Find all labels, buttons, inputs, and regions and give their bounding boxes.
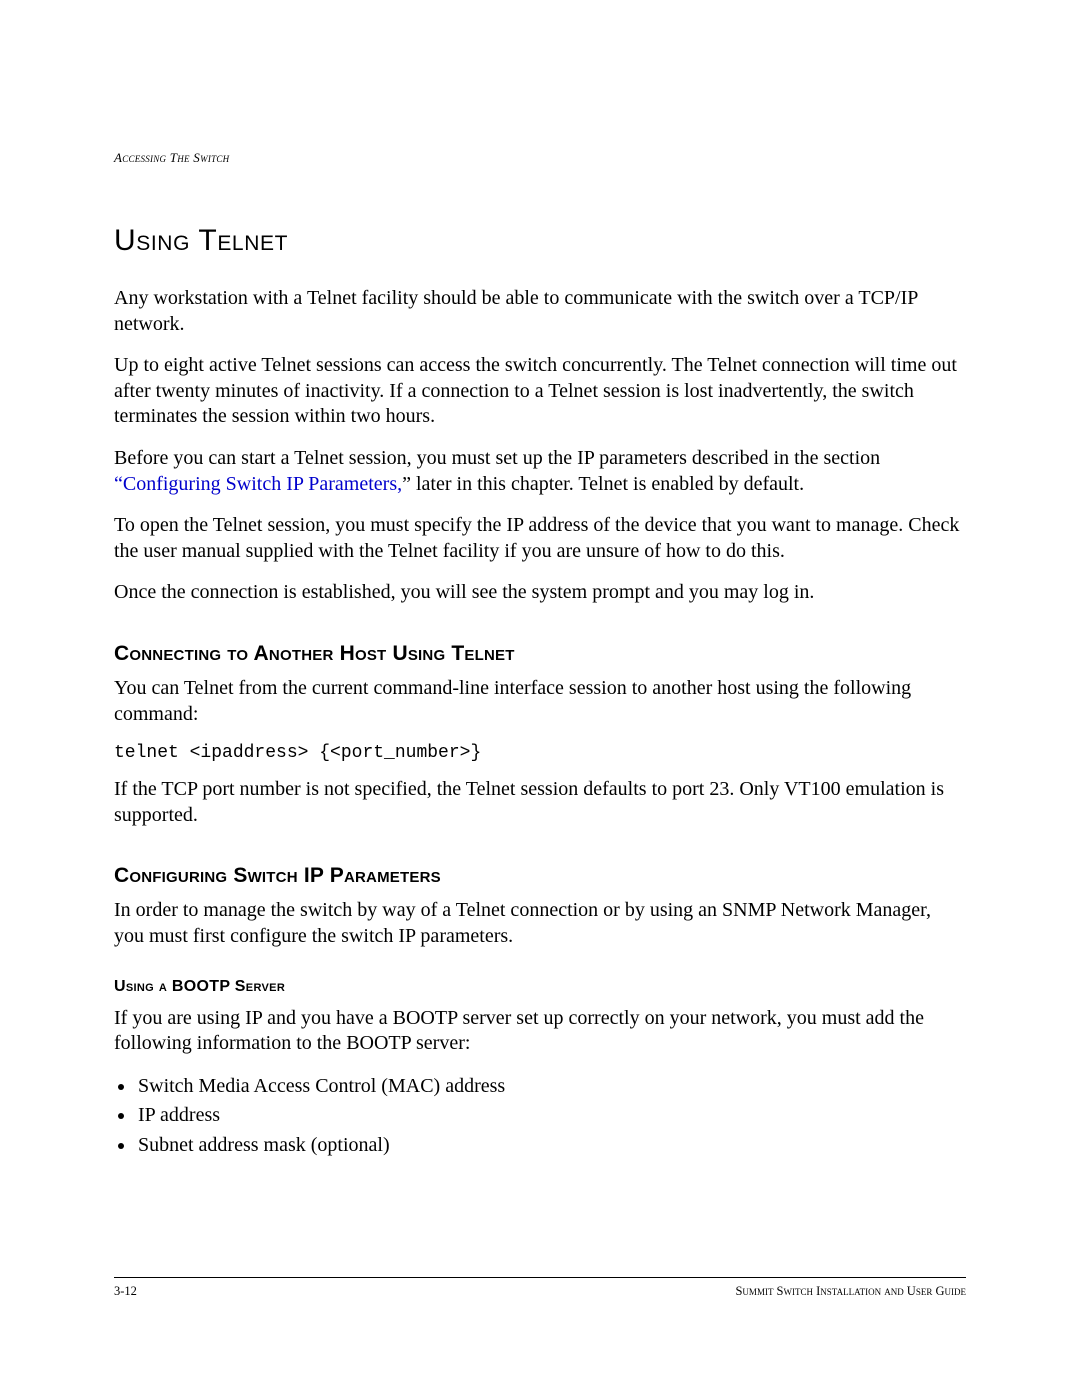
heading-connecting-another-host: Connecting to Another Host Using Telnet bbox=[114, 642, 966, 666]
body-paragraph: Any workstation with a Telnet facility s… bbox=[114, 286, 966, 337]
body-paragraph: Before you can start a Telnet session, y… bbox=[114, 446, 966, 497]
page-number: 3-12 bbox=[114, 1284, 137, 1299]
body-paragraph: Up to eight active Telnet sessions can a… bbox=[114, 353, 966, 430]
text-span: Before you can start a Telnet session, y… bbox=[114, 447, 880, 469]
link-configuring-switch-ip-parameters[interactable]: “Configuring Switch IP Parameters, bbox=[114, 473, 402, 495]
list-item: IP address bbox=[136, 1102, 966, 1130]
body-paragraph: You can Telnet from the current command-… bbox=[114, 676, 966, 727]
running-header: Accessing The Switch bbox=[114, 150, 966, 166]
heading-using-telnet: Using Telnet bbox=[114, 224, 966, 258]
guide-title: Summit Switch Installation and User Guid… bbox=[735, 1284, 966, 1299]
code-block: telnet <ipaddress> {<port_number>} bbox=[114, 743, 966, 763]
bullet-list: Switch Media Access Control (MAC) addres… bbox=[114, 1073, 966, 1160]
text-span: ” later in this chapter. Telnet is enabl… bbox=[402, 473, 804, 495]
body-paragraph: If you are using IP and you have a BOOTP… bbox=[114, 1006, 966, 1057]
page-footer: 3-12 Summit Switch Installation and User… bbox=[114, 1277, 966, 1299]
body-paragraph: To open the Telnet session, you must spe… bbox=[114, 513, 966, 564]
heading-using-bootp-server: Using a BOOTP Server bbox=[114, 978, 966, 996]
body-paragraph: If the TCP port number is not specified,… bbox=[114, 777, 966, 828]
body-paragraph: In order to manage the switch by way of … bbox=[114, 898, 966, 949]
list-item: Switch Media Access Control (MAC) addres… bbox=[136, 1073, 966, 1101]
document-page: Accessing The Switch Using Telnet Any wo… bbox=[0, 0, 1080, 1397]
heading-configuring-switch-ip: Configuring Switch IP Parameters bbox=[114, 864, 966, 888]
list-item: Subnet address mask (optional) bbox=[136, 1132, 966, 1160]
body-paragraph: Once the connection is established, you … bbox=[114, 580, 966, 606]
